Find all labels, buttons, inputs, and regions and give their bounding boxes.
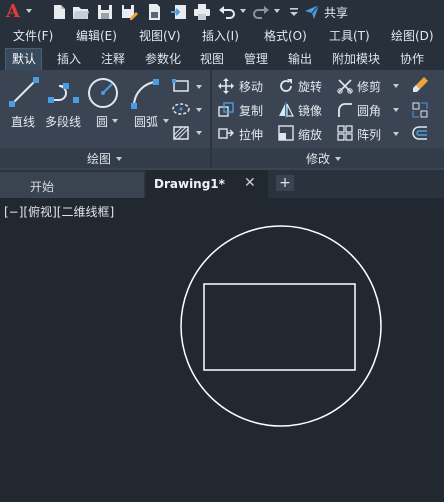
menu-bar: 文件(F) 编辑(E) 视图(V) 插入(I) 格式(O) 工具(T) 绘图(D… (0, 24, 444, 46)
save-as-icon[interactable] (120, 3, 138, 21)
copy-tool-label[interactable]: 复制 (239, 102, 263, 119)
mirror-tool-label[interactable]: 镜像 (298, 102, 322, 119)
line-tool-label[interactable]: 直线 (11, 113, 35, 130)
new-file-icon[interactable] (50, 3, 68, 21)
drawn-rectangle[interactable] (203, 283, 356, 371)
rotate-tool-label[interactable]: 旋转 (298, 78, 322, 95)
modify-panel-expand-icon (335, 156, 342, 161)
circle-icon[interactable] (86, 76, 120, 110)
stretch-tool-label[interactable]: 拉伸 (239, 126, 263, 143)
modify-panel-title[interactable]: 修改 (306, 150, 342, 167)
tab-default[interactable]: 默认 (12, 50, 36, 67)
quick-access-toolbar: A 共享 (0, 0, 444, 24)
close-tab-icon[interactable]: ✕ (244, 175, 256, 191)
hatch-icon[interactable] (172, 125, 190, 141)
print-icon[interactable] (193, 3, 211, 21)
ellipse-icon[interactable] (172, 102, 190, 116)
send-icon (305, 4, 320, 19)
open-folder-icon[interactable] (72, 3, 90, 21)
draw-panel-expand-icon (116, 156, 123, 161)
fillet-tool-label[interactable]: 圆角 (357, 102, 381, 119)
menu-view[interactable]: 视图(V) (139, 27, 181, 44)
mirror-icon[interactable] (278, 102, 294, 118)
app-menu-caret-icon[interactable] (26, 9, 32, 13)
rotate-icon[interactable] (278, 78, 294, 94)
ellipse-dropdown-icon[interactable] (196, 108, 202, 112)
trim-tool-label[interactable]: 修剪 (357, 78, 381, 95)
drawing-canvas[interactable] (0, 198, 444, 502)
polyline-tool-label[interactable]: 多段线 (45, 113, 81, 130)
menu-draw[interactable]: 绘图(D) (391, 27, 434, 44)
menu-format[interactable]: 格式(O) (264, 27, 307, 44)
app-logo[interactable]: A (6, 1, 20, 22)
undo-icon[interactable] (218, 3, 236, 21)
share-label: 共享 (324, 5, 349, 20)
tab-manage[interactable]: 管理 (244, 50, 268, 67)
doc-tab-start-label: 开始 (30, 180, 55, 194)
move-tool-label[interactable]: 移动 (239, 78, 263, 95)
hatch-dropdown-icon[interactable] (196, 131, 202, 135)
array-dropdown-icon[interactable] (393, 132, 399, 136)
drawn-circle[interactable] (180, 225, 382, 427)
draw-panel-title[interactable]: 绘图 (87, 150, 123, 167)
doc-tab-start[interactable]: 开始 (0, 172, 144, 198)
trim-icon[interactable] (337, 78, 353, 94)
move-icon[interactable] (218, 78, 234, 94)
rectangle-dropdown-icon[interactable] (196, 85, 202, 89)
doc-tab-drawing1[interactable]: Drawing1* ✕ (146, 170, 268, 198)
import-icon[interactable] (170, 3, 188, 21)
scale-tool-label[interactable]: 缩放 (298, 126, 322, 143)
explode-icon[interactable] (411, 101, 429, 119)
save-icon[interactable] (96, 3, 114, 21)
stretch-icon[interactable] (218, 125, 234, 141)
open-from-web-icon[interactable] (145, 3, 163, 21)
tab-insert[interactable]: 插入 (57, 50, 81, 67)
scale-icon[interactable] (278, 125, 294, 141)
document-tab-strip: 开始 Drawing1* ✕ + (0, 170, 444, 198)
arc-dropdown-icon[interactable] (163, 119, 169, 123)
tab-view[interactable]: 视图 (200, 50, 224, 67)
circle-dropdown-icon[interactable] (112, 119, 118, 123)
draw-panel-footer[interactable]: 绘图 (0, 148, 210, 168)
menu-file[interactable]: 文件(F) (13, 27, 53, 44)
array-icon[interactable] (337, 125, 353, 141)
modify-panel-footer[interactable]: 修改 (212, 148, 444, 168)
ribbon-panel: 直线 多段线 圆 圆弧 移动 旋转 修剪 复制 镜像 圆角 拉伸 缩放 阵列 绘… (0, 70, 444, 170)
redo-dropdown-icon[interactable] (274, 9, 280, 13)
tab-collaborate[interactable]: 协作 (400, 50, 424, 67)
fillet-dropdown-icon[interactable] (393, 108, 399, 112)
polyline-icon[interactable] (48, 80, 80, 106)
fillet-icon[interactable] (337, 102, 353, 118)
erase-icon[interactable] (411, 76, 429, 94)
copy-icon[interactable] (218, 102, 234, 118)
doc-tab-drawing1-label: Drawing1* (154, 177, 225, 191)
tab-output[interactable]: 输出 (288, 50, 312, 67)
share-button[interactable]: 共享 (304, 2, 348, 22)
circle-tool-label[interactable]: 圆 (96, 113, 108, 130)
customize-toolbar-icon[interactable] (285, 3, 303, 21)
tab-annotate[interactable]: 注释 (101, 50, 125, 67)
array-tool-label[interactable]: 阵列 (357, 126, 381, 143)
undo-dropdown-icon[interactable] (240, 9, 246, 13)
menu-edit[interactable]: 编辑(E) (76, 27, 117, 44)
modify-panel-title-text: 修改 (306, 152, 331, 166)
new-tab-button[interactable]: + (276, 175, 294, 191)
tab-parametric[interactable]: 参数化 (145, 50, 181, 67)
rectangle-icon[interactable] (172, 79, 190, 93)
offset-icon[interactable] (411, 124, 429, 142)
menu-tools[interactable]: 工具(T) (329, 27, 370, 44)
menu-insert[interactable]: 插入(I) (202, 27, 239, 44)
line-icon[interactable] (8, 76, 40, 108)
arc-tool-label[interactable]: 圆弧 (134, 113, 158, 130)
redo-icon[interactable] (252, 3, 270, 21)
ribbon-tab-bar: 默认 插入 注释 参数化 视图 管理 输出 附加模块 协作 (0, 46, 444, 71)
arc-icon[interactable] (128, 76, 162, 110)
trim-dropdown-icon[interactable] (393, 84, 399, 88)
draw-panel-title-text: 绘图 (87, 152, 112, 166)
tab-addins[interactable]: 附加模块 (332, 50, 380, 67)
